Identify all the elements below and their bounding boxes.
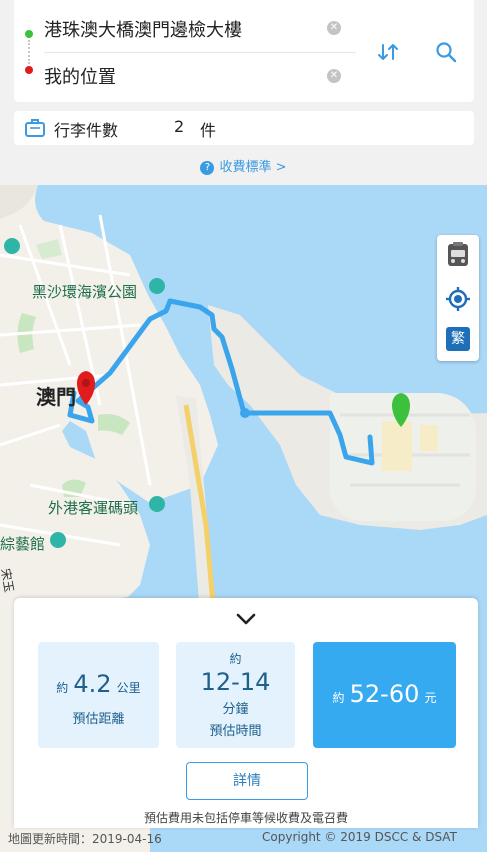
map-label-ferry: 外港客運碼頭: [48, 499, 139, 517]
map-label-museum: 綜藝館: [0, 535, 46, 553]
clear-destination-icon[interactable]: ✕: [327, 69, 341, 83]
map-label-park: 黑沙環海濱公園: [32, 283, 138, 301]
luggage-unit: 件: [200, 121, 217, 140]
divider: [44, 52, 356, 53]
time-prefix: 約: [229, 652, 242, 666]
price-box: 約 52-60 元: [313, 642, 456, 748]
origin-field[interactable]: 港珠澳大橋澳門邊檢大樓: [44, 16, 242, 42]
details-button[interactable]: 詳情: [186, 762, 308, 800]
origin-dot-icon: [25, 30, 33, 38]
price-prefix: 約: [332, 691, 345, 705]
luggage-row[interactable]: 行李件數 2 件: [14, 111, 474, 145]
distance-label: 預估距離: [72, 712, 125, 727]
price-unit: 元: [424, 691, 437, 705]
collapse-chevron-icon[interactable]: [234, 610, 258, 628]
route-card: 港珠澳大橋澳門邊檢大樓 我的位置 ✕ ✕: [14, 0, 474, 102]
map-label-city: 澳門: [36, 385, 76, 409]
time-box: 約 12-14 分鐘 預估時間: [176, 642, 295, 748]
map-controls: 繁: [437, 235, 479, 361]
fee-standard-link[interactable]: ? 收費標準 >: [0, 156, 487, 175]
language-toggle-button[interactable]: 繁: [446, 327, 470, 351]
time-value: 12-14: [200, 668, 271, 696]
price-value: 52-60: [349, 680, 420, 708]
route-connector: [28, 40, 30, 64]
locate-me-icon[interactable]: [444, 285, 472, 313]
fee-note: 預估費用未包括停車等候收費及電召費: [143, 811, 348, 825]
distance-prefix: 約: [56, 681, 69, 695]
distance-value: 4.2: [73, 670, 112, 698]
luggage-icon: [25, 119, 45, 137]
search-icon[interactable]: [435, 41, 457, 63]
time-unit: 分鐘: [222, 702, 249, 717]
distance-box: 約 4.2 公里 預估距離: [38, 642, 159, 748]
time-label: 預估時間: [209, 724, 262, 739]
distance-unit: 公里: [116, 681, 141, 695]
copyright: Copyright © 2019 DSCC & DSAT: [262, 830, 457, 844]
swap-icon[interactable]: [376, 40, 400, 64]
taxi-icon[interactable]: [444, 241, 472, 269]
estimate-panel: 約 4.2 公里 預估距離 約 12-14 分鐘 預估時間 約 52-60 元 …: [14, 598, 478, 828]
destination-field[interactable]: 我的位置: [44, 63, 116, 89]
help-icon: ?: [200, 161, 215, 175]
distance-line: 約 4.2 公里: [38, 670, 159, 698]
map-update-time: 地圖更新時間：2019-04-16: [8, 832, 162, 846]
luggage-count: 2: [174, 117, 185, 136]
clear-origin-icon[interactable]: ✕: [327, 21, 341, 35]
price-line: 約 52-60 元: [313, 680, 456, 708]
luggage-label: 行李件數: [54, 121, 119, 140]
fee-standard-label[interactable]: 收費標準 >: [219, 160, 286, 175]
destination-dot-icon: [25, 66, 33, 74]
